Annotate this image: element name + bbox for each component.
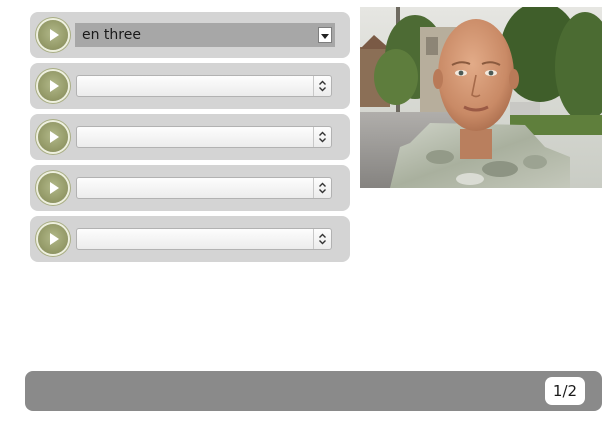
chevron-up-down-icon (313, 178, 331, 198)
avatar-image (360, 7, 602, 188)
answer-dropdown[interactable]: en three (75, 23, 335, 47)
play-button[interactable] (38, 20, 68, 50)
play-icon (50, 233, 59, 245)
play-button[interactable] (38, 224, 68, 254)
audio-row-4 (30, 165, 350, 211)
audio-row-1: en three (30, 12, 350, 58)
answer-select[interactable] (76, 75, 332, 97)
play-button[interactable] (38, 71, 68, 101)
chevron-up-down-icon (313, 127, 331, 147)
footer-bar: 1/2 (25, 371, 602, 411)
page-indicator: 1/2 (545, 377, 585, 405)
play-icon (50, 29, 59, 41)
audio-row-2 (30, 63, 350, 109)
play-icon (50, 182, 59, 194)
chevron-down-icon[interactable] (318, 27, 332, 43)
chevron-up-down-icon (313, 76, 331, 96)
answer-select[interactable] (76, 228, 332, 250)
audio-rows: en three (30, 12, 350, 267)
answer-select[interactable] (76, 126, 332, 148)
answer-select[interactable] (76, 177, 332, 199)
play-button[interactable] (38, 173, 68, 203)
chevron-up-down-icon (313, 229, 331, 249)
play-button[interactable] (38, 122, 68, 152)
audio-row-3 (30, 114, 350, 160)
audio-row-5 (30, 216, 350, 262)
play-icon (50, 131, 59, 143)
dropdown-value: en three (82, 27, 141, 43)
play-icon (50, 80, 59, 92)
